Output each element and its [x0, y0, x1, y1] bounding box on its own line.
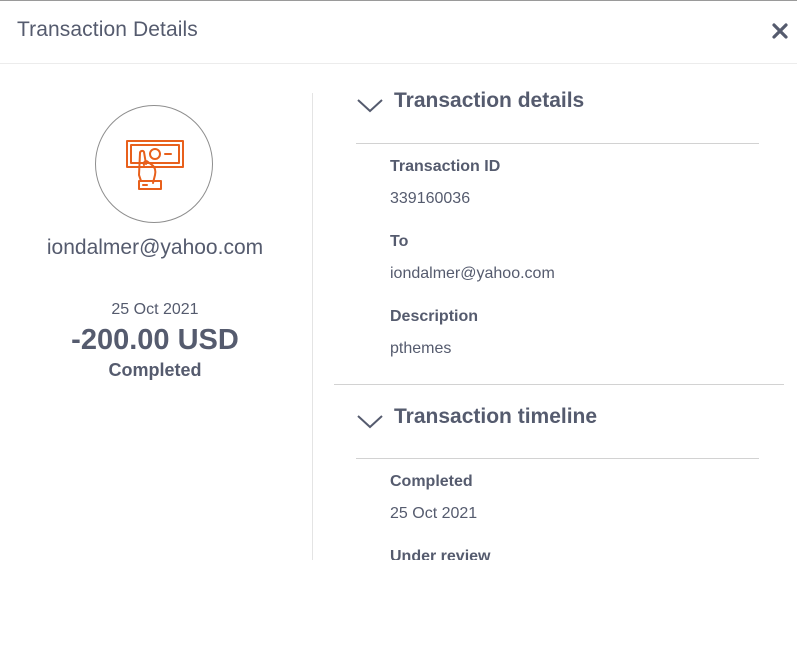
- transaction-amount: -200.00 USD: [71, 324, 239, 356]
- timeline-event-date: 25 Oct 2021: [390, 505, 478, 522]
- section-divider: [356, 458, 759, 459]
- transaction-summary: iondalmer@yahoo.com 25 Oct 2021 -200.00 …: [0, 64, 312, 560]
- transaction-info-panel[interactable]: Transaction details Transaction ID 33916…: [313, 64, 797, 560]
- section-title: Transaction timeline: [394, 405, 598, 428]
- counterparty-email: iondalmer@yahoo.com: [46, 236, 264, 259]
- close-button[interactable]: [769, 17, 793, 45]
- transaction-status: Completed: [108, 360, 202, 380]
- close-icon: [772, 23, 788, 39]
- field-label-transaction-id: Transaction ID: [390, 158, 501, 175]
- field-label-to: To: [390, 233, 409, 250]
- cash-payment-icon: [126, 140, 184, 190]
- transaction-date: 25 Oct 2021: [111, 301, 199, 318]
- transaction-avatar: [95, 105, 213, 223]
- dialog-header: Transaction Details: [0, 1, 797, 64]
- field-value-description: pthemes: [390, 340, 452, 357]
- dialog-title: Transaction Details: [17, 18, 198, 41]
- timeline-event-label: Under review: [390, 548, 491, 560]
- section-toggle-transaction-details[interactable]: Transaction details: [355, 89, 775, 119]
- chevron-down-icon: [357, 415, 383, 429]
- field-label-description: Description: [390, 308, 479, 325]
- section-divider: [334, 384, 784, 385]
- section-divider: [356, 143, 759, 144]
- chevron-down-icon: [357, 99, 383, 113]
- timeline-event-label: Completed: [390, 473, 473, 490]
- section-title: Transaction details: [394, 89, 585, 112]
- field-value-transaction-id: 339160036: [390, 190, 471, 207]
- section-toggle-transaction-timeline[interactable]: Transaction timeline: [355, 405, 775, 435]
- field-value-to: iondalmer@yahoo.com: [390, 265, 555, 282]
